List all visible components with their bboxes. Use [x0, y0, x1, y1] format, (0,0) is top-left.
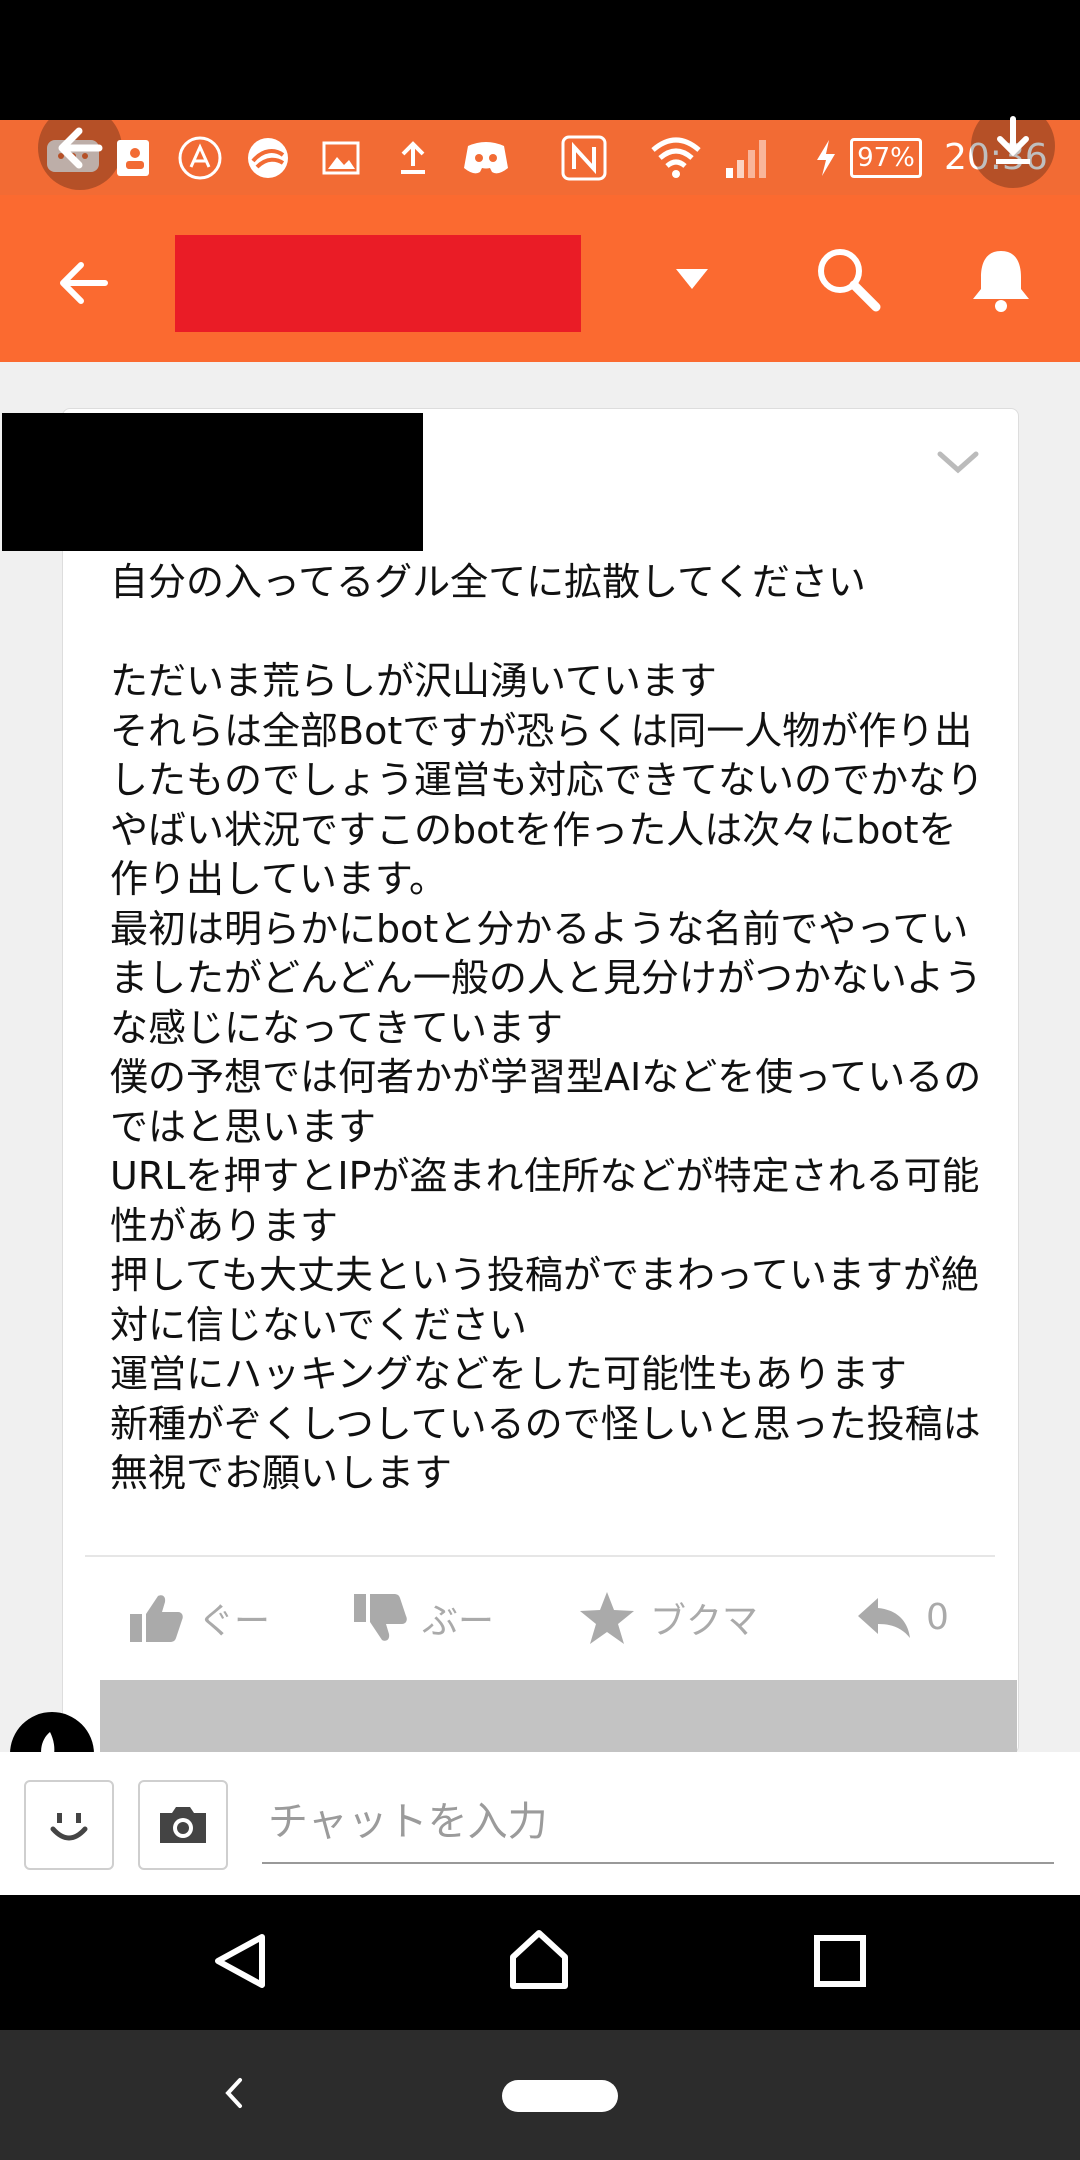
dropdown-triangle-icon[interactable]	[672, 263, 720, 303]
reply-button[interactable]: 0	[856, 1580, 949, 1655]
camera-icon	[160, 1807, 206, 1843]
trend-micro-icon	[240, 120, 296, 195]
redacted-username	[2, 413, 423, 551]
good-label: ぐー	[198, 1600, 271, 1642]
bookmark-button[interactable]: ブクマ	[578, 1580, 758, 1655]
gesture-back-icon[interactable]	[222, 2074, 252, 2114]
thumbs-up-icon	[130, 1594, 183, 1642]
nav-recents-icon[interactable]	[812, 1933, 872, 1993]
reply-icon	[858, 1597, 910, 1638]
thumbs-down-icon	[354, 1593, 407, 1641]
charging-icon	[808, 120, 844, 195]
wifi-icon	[646, 120, 706, 195]
boo-label: ぶー	[422, 1600, 495, 1642]
redacted-group-title	[175, 235, 581, 332]
star-icon	[580, 1591, 634, 1644]
battery-icon: 97%	[846, 120, 926, 195]
signal-icon	[720, 120, 776, 195]
post-body-text: 自分の入ってるグル全てに拡散してください ただいま荒らしが沢山湧いています それ…	[110, 560, 985, 1495]
status-bar: 97% 20:36	[0, 103, 1080, 195]
boo-button[interactable]: ぶー	[352, 1580, 494, 1655]
emoji-button[interactable]	[24, 1780, 114, 1870]
gesture-bar	[0, 2030, 1080, 2160]
back-arrow-icon[interactable]	[40, 240, 126, 326]
top-black-area	[0, 0, 1080, 120]
chevron-down-icon[interactable]	[936, 448, 984, 480]
vpn-icon	[172, 120, 228, 195]
bookmark-label: ブクマ	[650, 1600, 759, 1642]
camera-button[interactable]	[138, 1780, 228, 1870]
bell-icon[interactable]	[968, 245, 1048, 325]
search-icon[interactable]	[814, 245, 894, 325]
next-message-preview	[100, 1680, 1017, 1752]
gallery-icon	[318, 120, 364, 195]
divider	[85, 1555, 995, 1557]
discord-icon	[458, 120, 514, 195]
nav-back-icon[interactable]	[210, 1931, 276, 1997]
reply-count: 0	[926, 1597, 949, 1638]
chat-input[interactable]	[262, 1782, 1054, 1864]
download-overlay-icon[interactable]	[968, 103, 1058, 188]
contact-card-icon	[108, 120, 158, 195]
system-nav-bar	[0, 1895, 1080, 2030]
gesture-home-pill[interactable]	[502, 2080, 618, 2112]
battery-percent: 97%	[850, 137, 922, 178]
nav-home-icon[interactable]	[508, 1929, 574, 1995]
nfc-icon	[556, 120, 612, 195]
upload-icon	[393, 120, 433, 195]
good-button[interactable]: ぐー	[128, 1580, 270, 1655]
smiley-icon	[50, 1813, 88, 1841]
